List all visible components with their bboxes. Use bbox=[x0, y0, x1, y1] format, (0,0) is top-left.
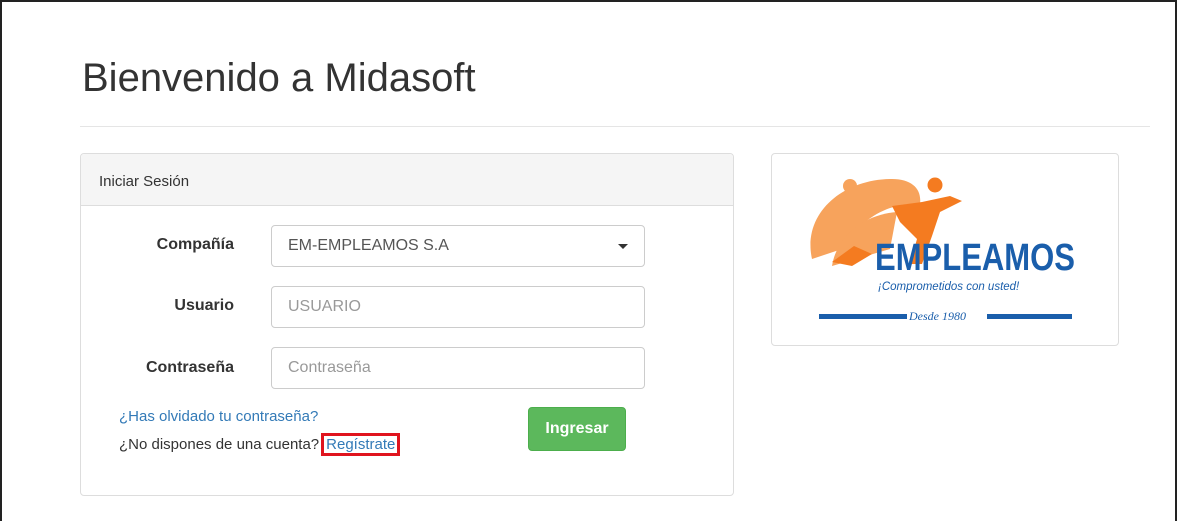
password-label: Contraseña bbox=[145, 359, 234, 376]
panel-heading: Iniciar Sesión bbox=[81, 154, 733, 206]
register-link[interactable]: Regístrate bbox=[321, 433, 401, 456]
chevron-down-icon bbox=[618, 243, 628, 249]
company-label: Compañía bbox=[156, 236, 234, 253]
company-select-value: EM-EMPLEAMOS S.A bbox=[288, 237, 449, 254]
page-title: Bienvenido a Midasoft bbox=[82, 56, 476, 100]
no-account-line: ¿No dispones de una cuenta? Regístrate bbox=[119, 433, 401, 456]
login-button[interactable]: Ingresar bbox=[528, 407, 626, 451]
user-input[interactable] bbox=[271, 286, 645, 328]
login-panel: Iniciar Sesión Compañía EM-EMPLEAMOS S.A… bbox=[80, 153, 734, 496]
empleamos-logo: EMPLEAMOS ¡Comprometidos con usted! Desd… bbox=[810, 177, 1075, 323]
company-select[interactable]: EM-EMPLEAMOS S.A bbox=[271, 225, 645, 267]
logo-brand-text: EMPLEAMOS bbox=[875, 237, 1075, 279]
forgot-password-link[interactable]: ¿Has olvidado tu contraseña? bbox=[119, 408, 318, 425]
password-input[interactable] bbox=[271, 347, 645, 389]
user-label: Usuario bbox=[174, 297, 234, 314]
divider bbox=[80, 126, 1150, 127]
no-account-text: ¿No dispones de una cuenta? bbox=[119, 436, 320, 453]
logo-panel: EMPLEAMOS ¡Comprometidos con usted! Desd… bbox=[771, 153, 1119, 346]
logo-since: Desde 1980 bbox=[908, 309, 966, 323]
logo-tagline: ¡Comprometidos con usted! bbox=[878, 281, 1020, 293]
